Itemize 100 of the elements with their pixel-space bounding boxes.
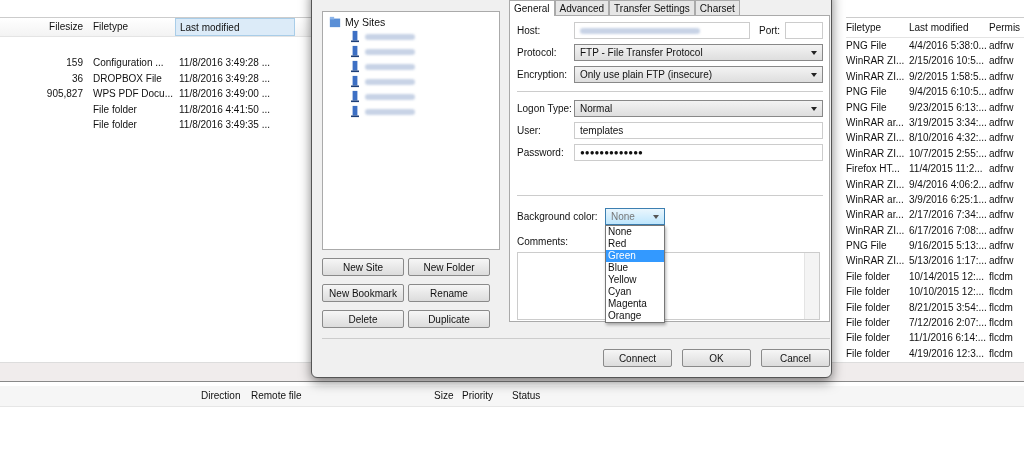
password-field[interactable]: ●●●●●●●●●●●●● [574,144,823,161]
tab[interactable]: Transfer Settings [609,0,695,15]
table-cell-text: adfrw [989,146,1015,161]
table-cell-text: flcdm [989,269,1014,284]
dialog-button[interactable]: New Folder [408,258,490,276]
table-cell-text: File folder [846,346,891,361]
table-cell-text: adfrw [989,100,1015,115]
blurred-site-name[interactable] [365,108,415,115]
table-cell-text: 4/19/2016 12:3... [909,346,986,361]
dropdown-option[interactable]: Yellow [606,274,664,286]
column-header[interactable]: Filesize [0,18,89,36]
column-header[interactable]: Priority [462,386,512,406]
table-cell-text: WinRAR ZI... [846,146,906,161]
table-cell-text: File folder [846,285,891,300]
column-header[interactable]: Remote file [251,386,431,406]
server-icon [351,75,359,88]
background-color-dropdown[interactable]: None [605,208,665,225]
dialog-button[interactable]: OK [682,349,751,367]
table-cell-text: 905,827 [45,87,84,101]
tree-item[interactable]: My Sites [345,16,386,28]
blurred-site-name[interactable] [365,93,415,100]
dropdown-option[interactable]: Cyan [606,286,664,298]
table-cell-text: 2/17/2016 7:34:... [909,208,988,223]
table-cell-text: flcdm [989,346,1014,361]
table-cell-text: adfrw [989,69,1015,84]
scrollbar[interactable] [804,253,819,319]
field-label: Logon Type: [517,103,570,114]
protocol-dropdown[interactable]: FTP - File Transfer Protocol [574,44,823,61]
table-cell-text: File folder [92,118,138,132]
field-label: Password: [517,147,565,158]
dropdown-arrow-icon [811,73,817,77]
column-header[interactable]: Direction [201,386,251,406]
table-cell-text: adfrw [989,192,1015,207]
blurred-site-name[interactable] [365,63,415,70]
column-header[interactable]: Status [512,386,572,406]
table-cell-text: flcdm [989,300,1014,315]
dialog-button[interactable]: Delete [322,310,404,328]
blurred-site-name[interactable] [365,33,415,40]
table-cell-text: adfrw [989,131,1015,146]
table-cell-text: WinRAR ZI... [846,54,906,69]
user-field[interactable]: templates [574,122,823,139]
column-header[interactable]: Size [434,386,454,406]
table-cell-text: adfrw [989,115,1015,130]
table-cell-text: 3/19/2015 3:34:... [909,115,988,130]
dropdown-option[interactable]: Red [606,238,664,250]
port-field[interactable] [785,22,823,39]
dropdown-option[interactable]: None [606,226,664,238]
table-cell-text: adfrw [989,208,1015,223]
table-cell-text: 9/4/2015 6:10:5... [909,85,988,100]
table-cell-text: WinRAR ar... [846,208,905,223]
table-cell-text: PNG File [846,239,888,254]
tab[interactable]: General [509,0,555,16]
dialog-button[interactable]: New Bookmark [322,284,404,302]
field-label: Host: [517,25,542,36]
table-cell-text: 9/4/2016 4:06:2... [909,177,988,192]
host-field[interactable] [574,22,750,39]
dialog-button[interactable]: New Site [322,258,404,276]
table-cell-text: File folder [846,331,891,346]
dialog-button[interactable]: Rename [408,284,490,302]
table-cell-text: 9/2/2015 1:58:5... [909,69,988,84]
table-cell-text: WinRAR ZI... [846,69,906,84]
column-header[interactable]: Last modified [175,18,295,36]
column-header[interactable]: Permis [989,18,1024,37]
encryption-dropdown[interactable]: Only use plain FTP (insecure) [574,66,823,83]
tab[interactable]: Advanced [554,0,610,15]
dialog-button[interactable]: Duplicate [408,310,490,328]
table-cell-text: 9/16/2015 5:13:... [909,239,988,254]
column-header[interactable]: Last modified [909,18,989,37]
dropdown-option[interactable]: Blue [606,262,664,274]
comments-field[interactable] [517,252,820,320]
table-cell-text: 2/15/2016 10:5... [909,54,986,69]
table-cell-text: PNG File [846,100,888,115]
dialog-button[interactable]: Cancel [761,349,830,367]
table-cell-text: File folder [846,269,891,284]
table-cell-text: 8/21/2015 3:54:... [909,300,988,315]
column-header[interactable]: Filetype [89,18,175,36]
column-header[interactable]: Filetype [846,18,909,37]
tab[interactable]: Charset [694,0,740,15]
field-label: User: [517,125,542,136]
table-cell-text: 11/8/2016 3:49:28 ... [178,71,271,86]
table-cell-text: 6/17/2016 7:08:... [909,223,988,238]
dialog-button[interactable]: Connect [603,349,672,367]
dropdown-arrow-icon [653,215,659,219]
table-cell-text: flcdm [989,316,1014,331]
dropdown-arrow-icon [811,51,817,55]
blurred-site-name[interactable] [365,78,415,85]
table-cell-text: DROPBOX File [92,71,163,86]
field-label: Port: [759,25,781,36]
table-cell-text: 11/4/2015 11:2... [909,162,984,177]
logon-type-dropdown[interactable]: Normal [574,100,823,117]
dropdown-option[interactable]: Orange [606,310,664,322]
blurred-site-name[interactable] [365,48,415,55]
dropdown-option[interactable]: Magenta [606,298,664,310]
table-cell-text: WinRAR ZI... [846,223,906,238]
table-cell-text: WinRAR ar... [846,115,905,130]
table-cell-text: 10/14/2015 12:... [909,269,986,284]
table-cell-text: 11/8/2016 4:41:50 ... [178,102,271,117]
table-cell-text: 8/10/2016 4:32:... [909,131,988,146]
table-cell-text: 10/10/2015 12:... [909,285,986,300]
server-icon [351,60,359,73]
